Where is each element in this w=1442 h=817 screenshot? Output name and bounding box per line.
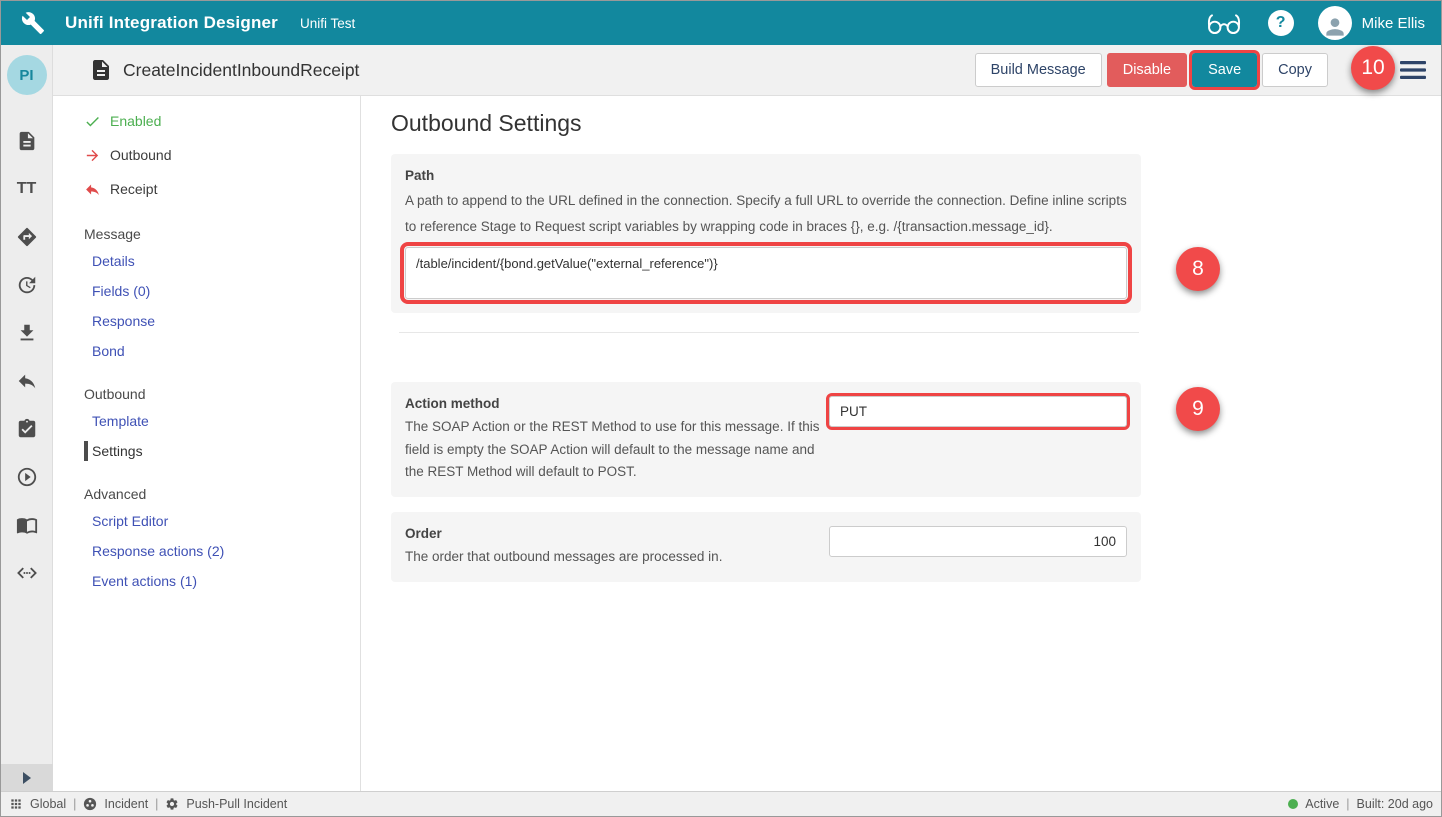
- nav-link-script-editor[interactable]: Script Editor: [53, 506, 360, 536]
- nav-link-bond[interactable]: Bond: [53, 336, 360, 366]
- path-description: A path to append to the URL defined in t…: [405, 188, 1127, 239]
- order-input[interactable]: [829, 526, 1127, 557]
- path-label: Path: [405, 168, 1127, 183]
- play-circle-icon[interactable]: [16, 466, 38, 488]
- build-message-button[interactable]: Build Message: [975, 53, 1102, 87]
- download-icon[interactable]: [16, 322, 38, 344]
- annotation-step-10: 10: [1351, 46, 1395, 90]
- history-icon[interactable]: [16, 274, 38, 296]
- action-method-label: Action method: [405, 396, 823, 411]
- scope-label: Global: [30, 797, 66, 811]
- action-method-description: The SOAP Action or the REST Method to us…: [405, 416, 823, 483]
- nav-link-event-actions[interactable]: Event actions (1): [53, 566, 360, 596]
- top-app-bar: Unifi Integration Designer Unifi Test ? …: [1, 1, 1441, 45]
- sidebar-expand-button[interactable]: [1, 764, 53, 791]
- disable-button[interactable]: Disable: [1107, 53, 1187, 87]
- gear-icon: [165, 797, 179, 811]
- path-input[interactable]: /table/incident/{bond.getValue("external…: [405, 247, 1127, 299]
- order-label: Order: [405, 526, 823, 541]
- nav-section-message: Message: [53, 226, 360, 242]
- help-icon[interactable]: ?: [1268, 10, 1294, 36]
- instance-name: Unifi Test: [300, 16, 355, 31]
- nav-item-outbound[interactable]: Outbound: [53, 138, 360, 172]
- annotation-step-9: 9: [1176, 387, 1220, 431]
- unifi-integration-designer-window: Unifi Integration Designer Unifi Test ? …: [0, 0, 1442, 817]
- nav-link-response-actions[interactable]: Response actions (2): [53, 536, 360, 566]
- save-button[interactable]: Save: [1192, 53, 1257, 87]
- nav-item-receipt[interactable]: Receipt: [53, 172, 360, 206]
- status-bar: Global | Incident | Push-Pull Incident A…: [1, 791, 1441, 816]
- active-status-icon: [1288, 799, 1298, 809]
- document-icon[interactable]: [16, 130, 38, 152]
- settings-form: Outbound Settings Path A path to append …: [361, 96, 1441, 791]
- spectacles-icon[interactable]: [1206, 11, 1242, 35]
- expand-arrow-icon: [23, 772, 31, 784]
- nav-link-settings[interactable]: Settings: [53, 436, 360, 466]
- annotation-step-8: 8: [1176, 247, 1220, 291]
- integration-badge: PI: [7, 55, 47, 95]
- user-avatar[interactable]: [1318, 6, 1352, 40]
- nav-link-fields[interactable]: Fields (0): [53, 276, 360, 306]
- record-header: CreateIncidentInboundReceipt Build Messa…: [53, 45, 1441, 96]
- integration-label: Push-Pull Incident: [186, 797, 287, 811]
- reply-arrow-icon: [84, 181, 101, 198]
- app-title: Unifi Integration Designer: [65, 13, 278, 33]
- menu-icon[interactable]: [1400, 59, 1426, 81]
- page-title: CreateIncidentInboundReceipt: [123, 60, 359, 81]
- clipboard-check-icon[interactable]: [16, 418, 38, 440]
- book-icon[interactable]: [16, 514, 38, 536]
- text-format-icon[interactable]: TT: [16, 178, 38, 200]
- nav-link-response[interactable]: Response: [53, 306, 360, 336]
- grid-icon: [9, 797, 23, 811]
- section-divider: [399, 332, 1139, 333]
- order-panel: Order The order that outbound messages a…: [391, 512, 1141, 582]
- nav-link-details[interactable]: Details: [53, 246, 360, 276]
- action-method-panel: Action method The SOAP Action or the RES…: [391, 382, 1141, 497]
- user-name[interactable]: Mike Ellis: [1362, 15, 1425, 32]
- copy-button[interactable]: Copy: [1262, 53, 1328, 87]
- reply-icon[interactable]: [16, 370, 38, 392]
- app-label: Incident: [104, 797, 148, 811]
- person-icon: [1322, 14, 1348, 40]
- nav-section-outbound: Outbound: [53, 386, 360, 402]
- icon-rail: PI TT: [1, 45, 53, 791]
- check-icon: [84, 113, 101, 130]
- built-label: Built: 20d ago: [1357, 797, 1433, 811]
- message-doc-icon: [89, 58, 113, 82]
- nav-link-template[interactable]: Template: [53, 406, 360, 436]
- directions-icon[interactable]: [16, 226, 38, 248]
- section-heading: Outbound Settings: [391, 110, 1441, 137]
- order-description: The order that outbound messages are pro…: [405, 546, 823, 568]
- path-field-panel: Path A path to append to the URL defined…: [391, 154, 1141, 313]
- incident-app-icon: [83, 797, 97, 811]
- action-method-input[interactable]: [829, 396, 1127, 427]
- nav-item-enabled[interactable]: Enabled: [53, 104, 360, 138]
- arrow-right-icon: [84, 147, 101, 164]
- wrench-icon: [21, 11, 45, 35]
- code-icon[interactable]: [16, 562, 38, 584]
- active-status-label: Active: [1305, 797, 1339, 811]
- nav-section-advanced: Advanced: [53, 486, 360, 502]
- message-nav: Enabled Outbound Receipt Message Details…: [53, 96, 361, 791]
